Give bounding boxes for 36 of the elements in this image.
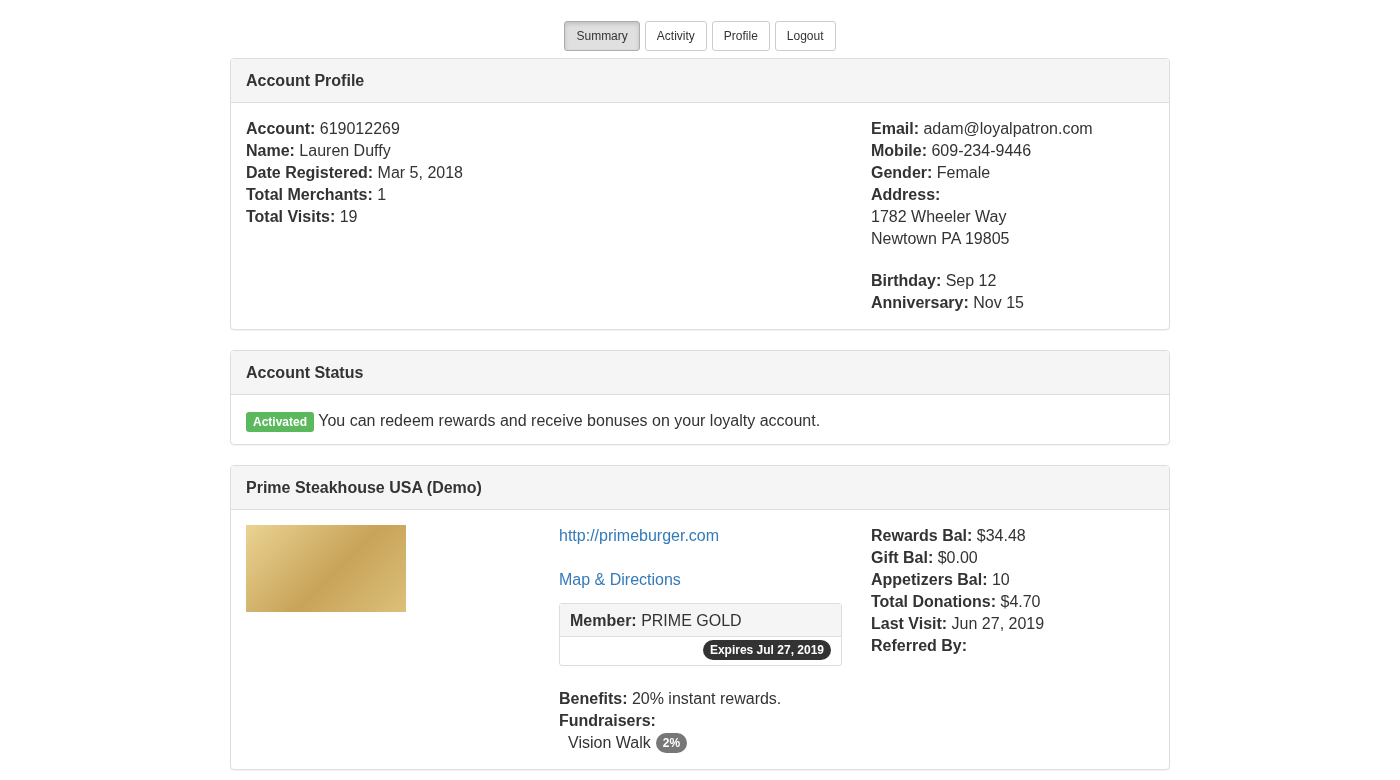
expiry-badge: Expires Jul 27, 2019 xyxy=(702,640,831,660)
nav-tab[interactable]: Summary xyxy=(564,21,640,51)
status-message: You can redeem rewards and receive bonuses on your loyalty account. xyxy=(318,412,821,429)
balance-field: Referred By: xyxy=(871,635,1154,657)
benefits-text: Benefits: 20% instant rewards. xyxy=(559,689,783,709)
balance-field: Last Visit: Jun 27, 2019 xyxy=(871,613,1154,635)
balance-field: Total Donations: $4.70 xyxy=(871,591,1154,613)
merchant-link[interactable]: Map & Directions xyxy=(559,571,681,588)
membership-level: Member: PRIME GOLD xyxy=(570,611,743,631)
profile-field: Birthday: Sep 12 xyxy=(871,270,1154,292)
profile-field: Mobile: 609-234-9446 xyxy=(871,140,1154,162)
profile-field: Account: 619012269 xyxy=(246,118,871,140)
fundraisers-label: Fundraisers: xyxy=(559,711,657,731)
balance-field: Appetizers Bal: 10 xyxy=(871,569,1154,591)
balance-field: Gift Bal: $0.00 xyxy=(871,547,1154,569)
profile-field: Anniversary: Nov 15 xyxy=(871,292,1154,314)
panel-title: Account Profile xyxy=(246,72,365,89)
panel-title: Account Status xyxy=(246,364,364,381)
profile-field: Name: Lauren Duffy xyxy=(246,140,871,162)
percent-badge: 2% xyxy=(655,733,688,753)
nav-tab[interactable]: Logout xyxy=(774,21,836,51)
profile-field: Email: adam@loyalpatron.com xyxy=(871,118,1154,140)
profile-field: Address: xyxy=(871,184,1154,206)
address-line: 1782 Wheeler Way xyxy=(871,207,1008,227)
merchant-link[interactable]: http://primeburger.com xyxy=(559,527,720,544)
profile-field: Total Visits: 19 xyxy=(246,206,871,228)
nav-tab[interactable]: Activity xyxy=(644,21,707,51)
profile-field: Date Registered: Mar 5, 2018 xyxy=(246,162,871,184)
balance-field: Rewards Bal: $34.48 xyxy=(871,525,1154,547)
fundraiser-name: Vision Walk xyxy=(568,733,651,753)
profile-field: Total Merchants: 1 xyxy=(246,184,871,206)
status-badge: Activated xyxy=(246,412,315,432)
panel-title: Prime Steakhouse USA (Demo) xyxy=(246,479,482,496)
profile-field: Gender: Female xyxy=(871,162,1154,184)
address-line: Newtown PA 19805 xyxy=(871,229,1011,249)
nav-tab[interactable]: Profile xyxy=(711,21,770,51)
